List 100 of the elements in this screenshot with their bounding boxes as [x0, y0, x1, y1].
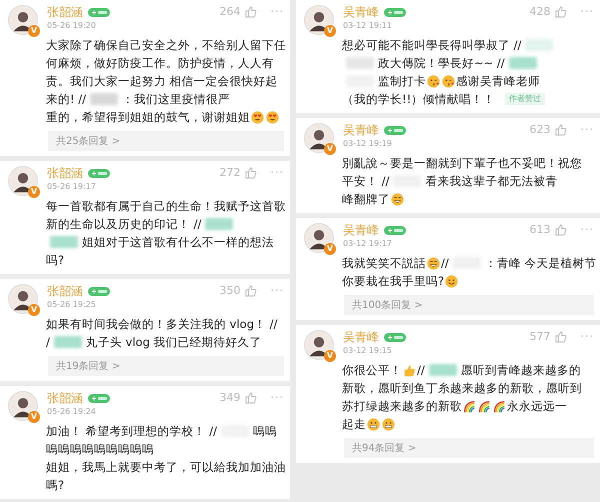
level-badge-icon: [88, 169, 110, 178]
verified-badge: V: [28, 186, 40, 198]
smiley-icon: [442, 74, 455, 88]
user-name[interactable]: 张韶涵: [47, 5, 83, 20]
comment-text: 新的生命以及历史的印记！ //: [46, 216, 202, 233]
user-name[interactable]: 张韶涵: [47, 166, 83, 181]
replies-link[interactable]: 共94条回复 >: [344, 438, 594, 458]
comment-text: 永永远远一: [507, 398, 567, 415]
comment-text: 嗚嗚: [253, 423, 278, 440]
thumbs-up-icon: [403, 364, 416, 376]
verified-badge: V: [324, 143, 336, 155]
comment-text: 看来我这辈子都无法被青: [425, 173, 558, 190]
smiley-icon: [251, 110, 264, 124]
avatar-icon[interactable]: [8, 391, 38, 421]
replies-link[interactable]: 共100条回复 >: [344, 295, 594, 315]
comment-time: 05-26 19:25: [47, 299, 97, 310]
comment-text: ：我们这里疫情很严: [122, 91, 230, 108]
verified-badge: V: [28, 304, 40, 316]
thumbs-up-icon[interactable]: [554, 124, 566, 136]
author-liked-tag: 作者赞过: [505, 93, 546, 105]
replies-link[interactable]: 共25条回复 >: [48, 131, 284, 151]
comment-text: （我的学长!!）倾情献唱！！: [342, 91, 496, 108]
comment-text: 加油！ 希望考到理想的学校！ //: [46, 423, 218, 440]
comment-time: 03-12 19:11: [343, 20, 393, 31]
more-button[interactable]: ···: [270, 166, 284, 179]
comment-text: 吗?: [46, 252, 64, 269]
user-name[interactable]: 张韶涵: [47, 391, 83, 406]
avatar-icon[interactable]: [304, 5, 334, 35]
like-count: 349: [220, 391, 240, 404]
comment-text: 起走: [342, 416, 366, 433]
comment-text: 姐姐，我馬上就要中考了，可以給我加加油油: [46, 459, 286, 476]
comment-text: /: [46, 334, 50, 351]
more-button[interactable]: ···: [270, 5, 284, 18]
verified-badge: V: [324, 25, 336, 37]
comment-text: 每一首歌都有属于自己的生命！我赋予这首歌: [46, 198, 286, 215]
rainbow-icon: [463, 400, 476, 412]
like-count: 272: [220, 166, 240, 179]
rainbow-icon: [493, 400, 506, 412]
avatar-icon[interactable]: [304, 330, 334, 360]
verified-badge: V: [324, 350, 336, 362]
verified-badge: V: [28, 25, 40, 37]
thumbs-up-icon[interactable]: [554, 330, 566, 342]
rainbow-icon: [478, 400, 491, 412]
more-button[interactable]: ···: [580, 5, 594, 18]
comment-text: 想必可能不能叫學長得叫學叔了 //: [342, 37, 522, 54]
avatar-icon[interactable]: [8, 284, 38, 314]
more-button[interactable]: ···: [580, 223, 594, 236]
like-count: 428: [530, 5, 550, 18]
comment-text: 大家除了确保自己安全之外，不给别人留下任: [46, 37, 286, 54]
user-name[interactable]: 吴青峰: [343, 223, 379, 238]
more-button[interactable]: ···: [270, 284, 284, 297]
avatar-icon[interactable]: [8, 5, 38, 35]
thumbs-up-icon[interactable]: [244, 392, 256, 404]
verified-badge: V: [324, 243, 336, 255]
replies-link[interactable]: 共19条回复 >: [48, 356, 284, 376]
comment-text: 重的，希望得到姐姐的鼓气，谢谢姐姐: [46, 109, 250, 126]
thumbs-up-icon[interactable]: [554, 224, 566, 236]
like-count: 613: [530, 223, 550, 236]
verified-badge: V: [28, 411, 40, 423]
comment-time: 05-26 19:20: [47, 20, 97, 31]
comment-time: 05-26 19:17: [47, 181, 97, 192]
comment-time: 03-12 19:15: [343, 345, 393, 356]
comment-text: 姐姐对于这首歌有什么不一样的想法: [82, 234, 274, 251]
more-button[interactable]: ···: [270, 391, 284, 404]
like-count: 577: [530, 330, 550, 343]
comment-text: 政大傳院！學長好~~ //: [378, 55, 505, 72]
smiley-icon: [445, 274, 458, 288]
more-button[interactable]: ···: [580, 123, 594, 136]
comment-text: 责。我们大家一起努力 相信一定会很快好起: [46, 73, 278, 90]
avatar-icon[interactable]: [304, 123, 334, 153]
comment-text: 嗚嗚嗚嗚嗚嗚嗚嗚嗚: [46, 441, 154, 458]
comment-text: 来的! //: [46, 91, 86, 108]
comment-text: 你很公平！: [342, 362, 402, 379]
comment-text: 你要栽在我手里吗?: [342, 273, 444, 290]
comment-text: 新歌，愿听到鱼丁糸越来越多的新歌，愿听到: [342, 380, 582, 397]
comment-text: 別亂說～要是一翻就到下輩子也不妥吧！祝您: [342, 155, 582, 172]
level-badge-icon: [384, 333, 406, 342]
thumbs-up-icon[interactable]: [554, 6, 566, 18]
level-badge-icon: [88, 8, 110, 17]
user-name[interactable]: 张韶涵: [47, 284, 83, 299]
smiley-icon: [427, 74, 440, 88]
comment-text: 嗎?: [46, 477, 64, 494]
user-name[interactable]: 吴青峰: [343, 330, 379, 345]
smiley-icon: [427, 256, 440, 270]
thumbs-up-icon[interactable]: [244, 284, 256, 296]
user-name[interactable]: 吴青峰: [343, 123, 379, 138]
thumbs-up-icon[interactable]: [244, 166, 256, 178]
comment-text: 丸子头 vlog 我们已经期待好久了: [86, 334, 262, 351]
comment-text: ：青峰 今天是植树节: [484, 255, 596, 272]
more-button[interactable]: ···: [580, 330, 594, 343]
thumbs-up-icon[interactable]: [244, 6, 256, 18]
smiley-icon: [367, 418, 380, 430]
comment-text: //: [417, 362, 425, 379]
comment-text: //: [441, 255, 449, 272]
user-name[interactable]: 吴青峰: [343, 5, 379, 20]
avatar-icon[interactable]: [304, 223, 334, 253]
avatar-icon[interactable]: [8, 166, 38, 196]
comment-text: 苏打绿越来越多的新歌: [342, 398, 462, 415]
comment-text: 何麻烦，做好防疫工作。防护疫情，人人有: [46, 55, 274, 72]
like-count: 264: [220, 5, 240, 18]
